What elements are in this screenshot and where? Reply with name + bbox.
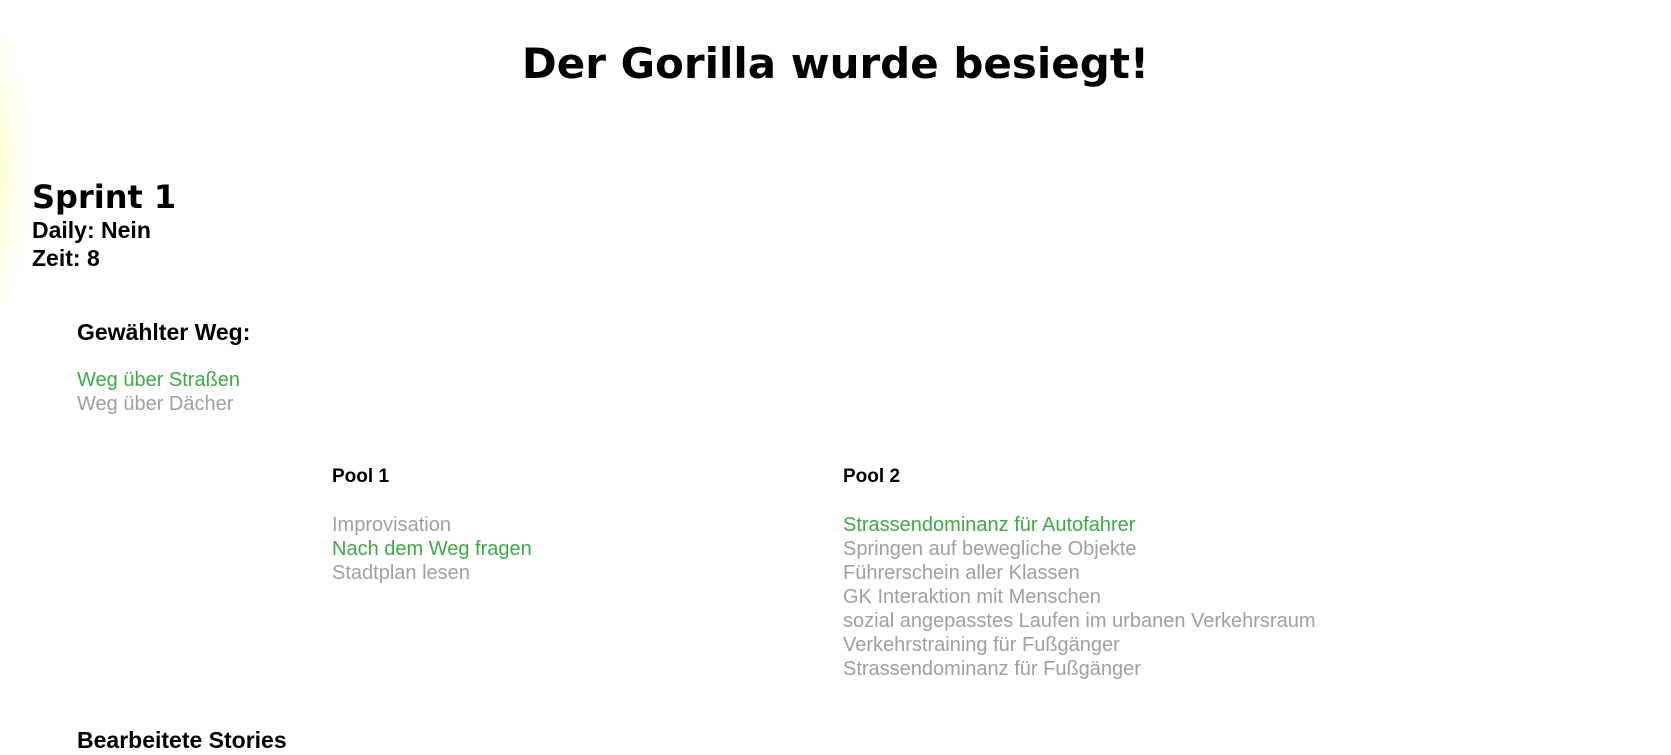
page-headline: Der Gorilla wurde besiegt!: [521, 39, 1150, 88]
sprint-info: Sprint 1 Daily: Nein Zeit: 8: [32, 178, 176, 272]
edited-stories-section: Bearbeitete Stories: [77, 726, 287, 754]
pool-2-item[interactable]: sozial angepasstes Laufen im urbanen Ver…: [843, 609, 1316, 633]
pool-1-item[interactable]: Improvisation: [332, 513, 532, 537]
pool-2-item[interactable]: Führerschein aller Klassen: [843, 561, 1316, 585]
sprint-time: Zeit: 8: [32, 245, 100, 271]
path-option-roofs[interactable]: Weg über Dächer: [77, 392, 250, 416]
pool-2-list: Strassendominanz für Autofahrer Springen…: [843, 513, 1316, 681]
chosen-path-heading: Gewählter Weg:: [77, 319, 251, 345]
sprint-daily: Daily: Nein: [32, 217, 151, 243]
pool-1-list: Improvisation Nach dem Weg fragen Stadtp…: [332, 513, 532, 585]
pool-1-item[interactable]: Nach dem Weg fragen: [332, 537, 532, 561]
path-option-list: Weg über Straßen Weg über Dächer: [77, 368, 250, 416]
edited-stories-heading: Bearbeitete Stories: [77, 727, 287, 753]
pool-2-item[interactable]: GK Interaktion mit Menschen: [843, 585, 1316, 609]
pool-1-title: Pool 1: [332, 466, 390, 487]
sprint-title: Sprint 1: [32, 178, 177, 216]
pool-2-item[interactable]: Springen auf bewegliche Objekte: [843, 537, 1316, 561]
pool-1: Pool 1 Improvisation Nach dem Weg fragen…: [332, 465, 532, 585]
pool-2-item[interactable]: Strassendominanz für Fußgänger: [843, 657, 1316, 681]
pool-2-item[interactable]: Verkehrstraining für Fußgänger: [843, 633, 1316, 657]
pool-2: Pool 2 Strassendominanz für Autofahrer S…: [843, 465, 1316, 681]
pool-2-item[interactable]: Strassendominanz für Autofahrer: [843, 513, 1316, 537]
chosen-path-section: Gewählter Weg: Weg über Straßen Weg über…: [77, 318, 250, 416]
pool-1-item[interactable]: Stadtplan lesen: [332, 561, 532, 585]
pool-2-title: Pool 2: [843, 466, 901, 487]
path-option-streets[interactable]: Weg über Straßen: [77, 368, 250, 392]
